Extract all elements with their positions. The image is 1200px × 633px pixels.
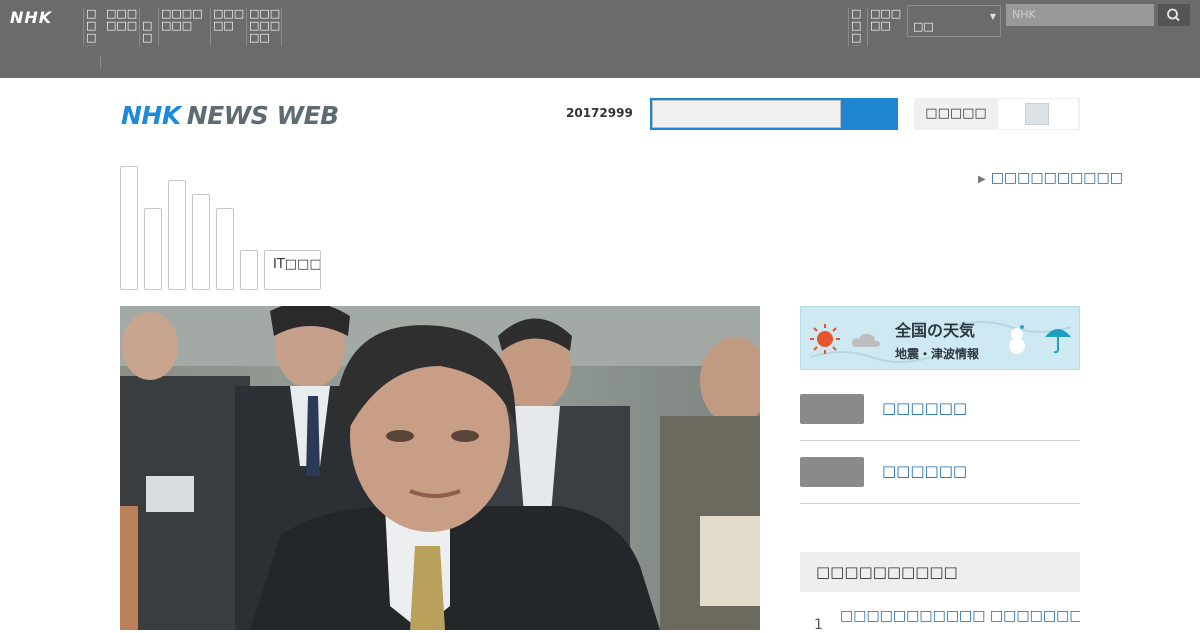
site-search: [650, 98, 898, 130]
logo-news-web-text: NEWS WEB: [187, 101, 339, 130]
link-thumbnail: [800, 457, 864, 487]
toggle-track[interactable]: [998, 99, 1078, 129]
site-search-input[interactable]: [652, 100, 841, 128]
cloud-icon: [851, 331, 881, 349]
right-link-label-2: □□□□□□: [882, 462, 967, 480]
region-select[interactable]: □□ ▼: [907, 5, 1001, 37]
site-search-button[interactable]: [841, 100, 896, 128]
side-link[interactable]: ▶ □□□□□□□□□□: [978, 170, 1123, 186]
category-tab-5[interactable]: [216, 208, 234, 290]
global-header: NHK □□□□ □□□□□□ □□ □□□□□□□ □□□□□ □□□□□□□…: [0, 0, 1200, 78]
category-tab-1[interactable]: [120, 166, 138, 290]
weather-title: 全国の天気: [895, 317, 975, 341]
sun-icon: [810, 324, 840, 354]
side-link-label: □□□□□□□□□□: [991, 170, 1123, 186]
date-label: 20172999: [566, 106, 633, 120]
category-tab-2[interactable]: [144, 208, 162, 290]
right-link-label-1: □□□□□□: [882, 399, 967, 417]
chevron-down-icon: ▼: [990, 12, 996, 21]
weather-subtitle: 地震・津波情報: [895, 345, 979, 362]
ranking-heading: □□□□□□□□□□: [800, 552, 1080, 592]
global-nav-item-6[interactable]: □□□□□□□□: [246, 8, 282, 46]
triangle-right-icon: ▶: [978, 174, 986, 185]
category-tab-3[interactable]: [168, 180, 186, 290]
right-link-1[interactable]: □□□□□□: [800, 378, 1080, 441]
nhk-search-input[interactable]: NHK: [1006, 4, 1154, 26]
umbrella-icon: [1043, 323, 1073, 355]
global-nav-right-1[interactable]: □□□□: [848, 8, 866, 46]
ranking-item-link[interactable]: □□□□□□□□□□□ □□□□□□□□□□□□□□□□: [840, 608, 1080, 624]
snowman-icon: [1006, 325, 1028, 355]
nhk-search-button[interactable]: [1158, 4, 1190, 26]
display-toggle[interactable]: □□□□□: [914, 98, 1080, 130]
ranking-number: 1: [814, 617, 823, 633]
logo-nhk-text: NHK: [121, 101, 181, 130]
global-nav-item-5[interactable]: □□□□□: [210, 8, 246, 46]
global-nav-item-2[interactable]: □□□□□□: [104, 8, 140, 46]
toggle-label: □□□□□: [914, 98, 998, 130]
category-tab-4[interactable]: [192, 194, 210, 290]
region-select-value: □□: [913, 20, 934, 33]
category-tab-it[interactable]: IT□□□: [264, 250, 321, 290]
global-nav-item-3[interactable]: □□: [139, 8, 158, 46]
news-web-logo[interactable]: NHKNEWS WEB: [121, 101, 339, 130]
global-nav-item-1[interactable]: □□□□: [83, 8, 100, 46]
weather-banner[interactable]: 全国の天気 地震・津波情報: [800, 306, 1080, 370]
global-nav-right-2[interactable]: □□□□□: [867, 8, 905, 46]
category-tab-6[interactable]: [240, 250, 258, 290]
nhk-logo[interactable]: NHK: [10, 8, 52, 27]
main-news-photo[interactable]: [120, 306, 760, 630]
search-icon: [1158, 4, 1190, 26]
link-thumbnail: [800, 394, 864, 424]
nav-divider: [100, 56, 101, 69]
global-nav-item-4[interactable]: □□□□□□□: [158, 8, 210, 46]
news-photo-illustration: [120, 306, 760, 630]
toggle-knob[interactable]: [1025, 103, 1049, 125]
right-link-2[interactable]: □□□□□□: [800, 441, 1080, 504]
